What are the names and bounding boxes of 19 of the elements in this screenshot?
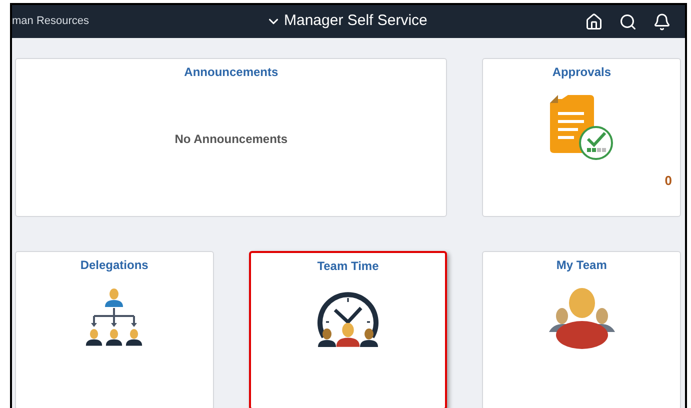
tile-title: Team Time bbox=[317, 258, 379, 275]
tile-title: My Team bbox=[556, 257, 607, 274]
tile-title: Approvals bbox=[552, 64, 611, 81]
tile[interactable]: Announcements No Announcements bbox=[15, 58, 448, 217]
document-check-icon bbox=[550, 95, 614, 161]
search-icon[interactable] bbox=[619, 12, 637, 30]
count: 0 bbox=[664, 172, 672, 190]
tile[interactable]: My Team bbox=[482, 251, 681, 408]
notification-icon[interactable] bbox=[653, 12, 671, 30]
title-menu-button[interactable]: Manager Self Service bbox=[266, 10, 428, 32]
tile-title: Delegations bbox=[80, 257, 148, 274]
breadcrumb-link[interactable]: man Resources bbox=[12, 13, 90, 30]
home-icon[interactable] bbox=[585, 12, 603, 30]
tile[interactable]: Approvals 0 bbox=[482, 58, 681, 217]
tile[interactable]: Delegations bbox=[15, 251, 214, 408]
empty-message: No Announcements bbox=[174, 130, 288, 148]
tile-title: Announcements bbox=[184, 64, 278, 81]
group-icon bbox=[548, 288, 615, 350]
tile[interactable]: Team Time bbox=[248, 251, 448, 408]
